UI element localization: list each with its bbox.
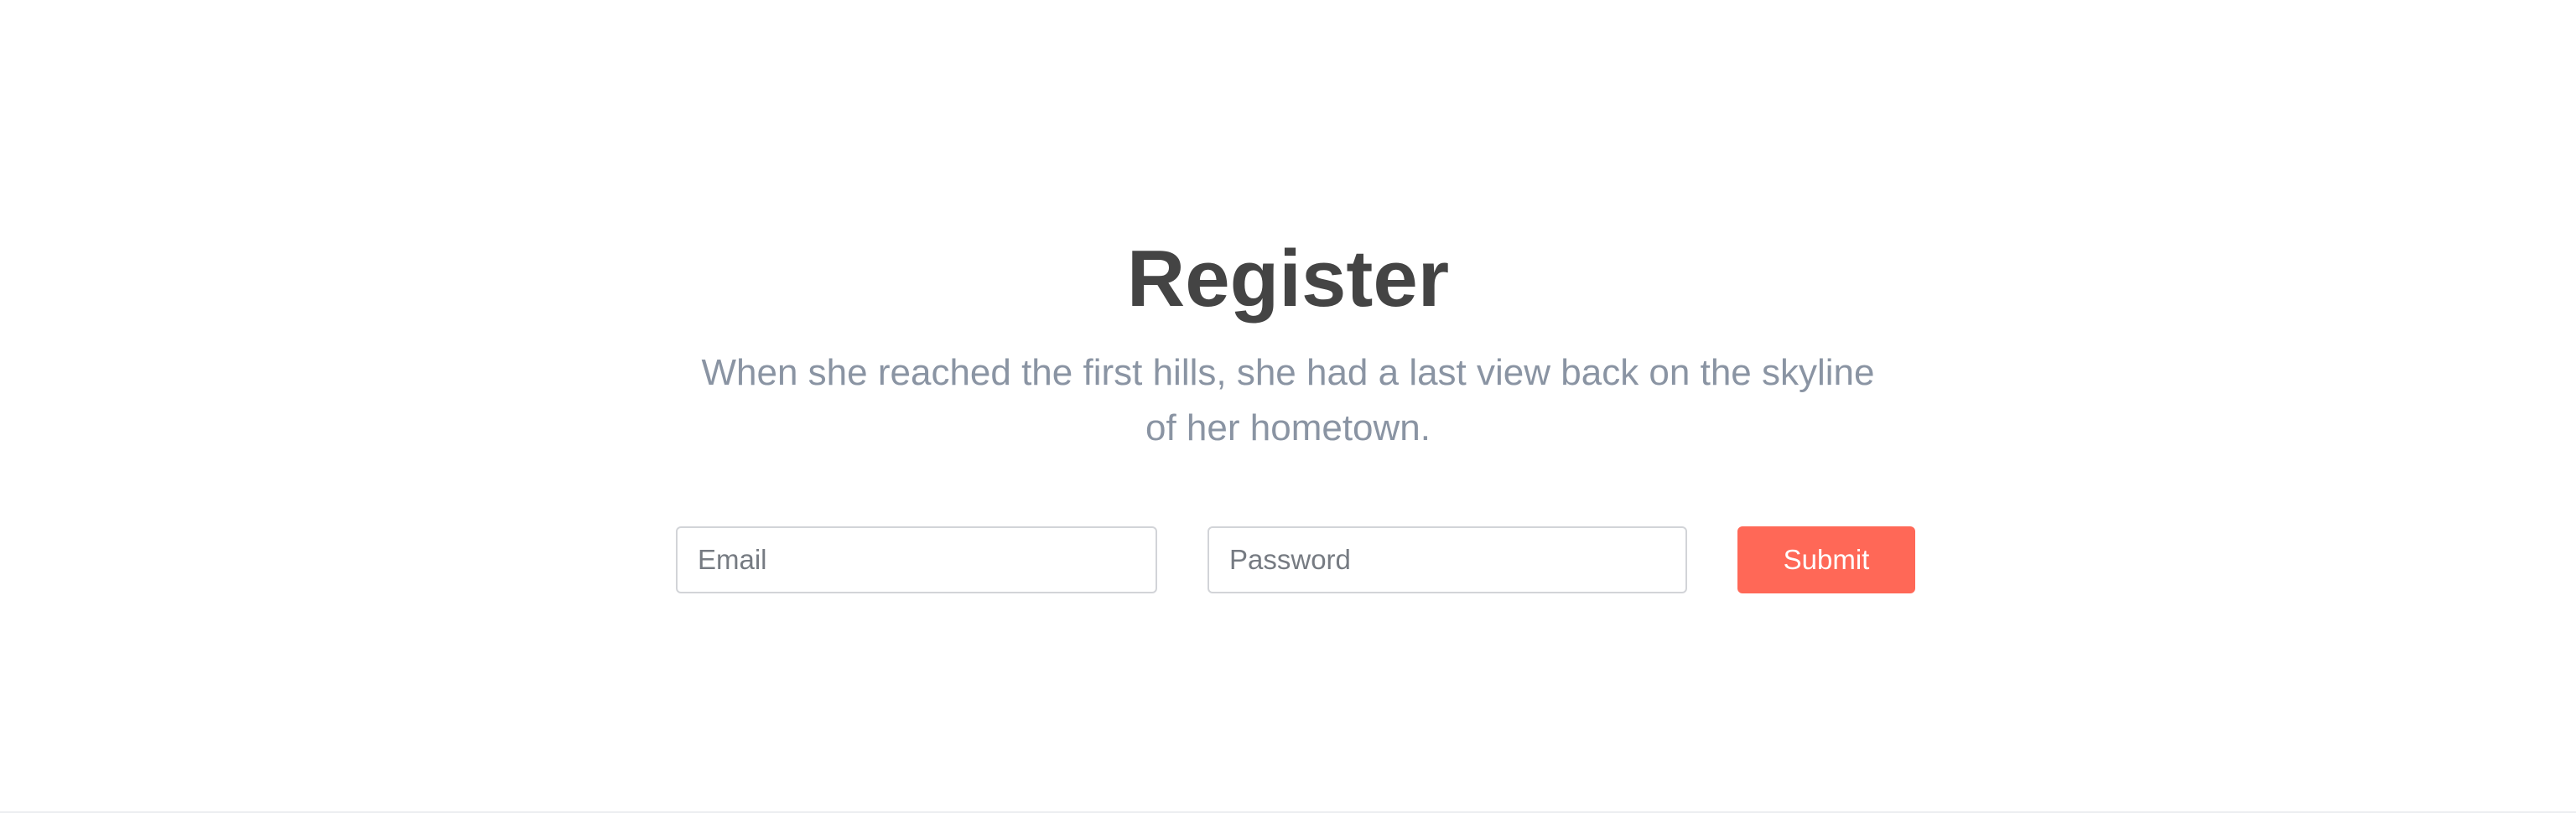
page: Register When she reached the first hill… — [0, 0, 2576, 813]
subtitle-line-2: of her hometown. — [1145, 407, 1431, 448]
email-input[interactable] — [676, 526, 1157, 593]
register-form: Submit — [0, 526, 2576, 593]
submit-button[interactable]: Submit — [1737, 526, 1915, 593]
subtitle-line-1: When she reached the first hills, she ha… — [701, 352, 1875, 393]
register-section: Register When she reached the first hill… — [0, 0, 2576, 810]
password-input[interactable] — [1208, 526, 1687, 593]
page-title: Register — [1126, 234, 1450, 324]
page-subtitle: When she reached the first hills, she ha… — [659, 345, 1917, 456]
